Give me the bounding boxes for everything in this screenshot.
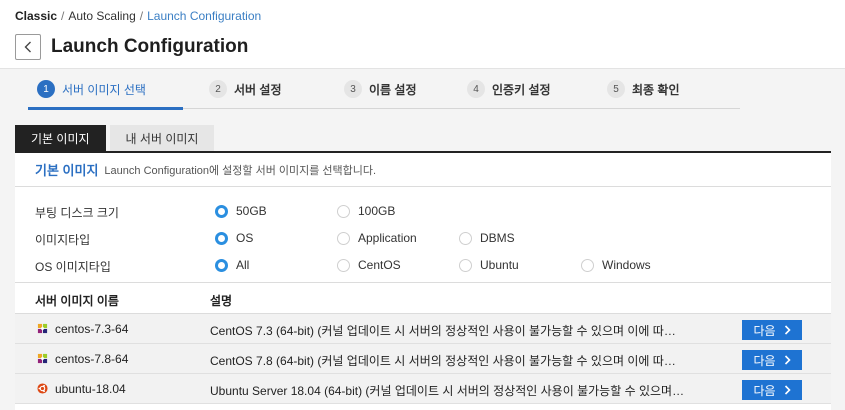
tab-my-server-image[interactable]: 내 서버 이미지 [109, 125, 215, 151]
image-type-row: 이미지타입 OS Application DBMS [15, 224, 831, 251]
step-number: 3 [344, 80, 362, 98]
radio-label: OS [236, 231, 254, 245]
os-type-label: OS 이미지타입 [35, 260, 111, 274]
radio-unchecked-icon [337, 231, 350, 245]
radio-label: Application [358, 231, 417, 245]
image-name: ubuntu-18.04 [55, 382, 126, 396]
step-indicator: 1 서버 이미지 선택 2 서버 설정 3 이름 설정 4 인증키 설정 5 최… [28, 75, 740, 110]
next-button[interactable]: 다음 [742, 350, 802, 370]
step-label: 인증키 설정 [492, 82, 551, 97]
table-row[interactable]: ubuntu-18.04 Ubuntu Server 18.04 (64-bit… [15, 374, 831, 404]
step-label: 서버 이미지 선택 [62, 82, 146, 97]
radio-dbms[interactable]: DBMS [459, 231, 515, 245]
image-name: centos-7.8-64 [55, 352, 129, 366]
image-description: CentOS 7.8 (64-bit) (커널 업데이트 시 서버의 정상적인 … [210, 354, 685, 368]
chevron-right-icon [784, 385, 791, 395]
radio-checked-icon [215, 258, 228, 272]
radio-label: All [236, 258, 250, 272]
radio-checked-icon [215, 231, 228, 245]
breadcrumb-separator: / [139, 9, 144, 23]
step-number: 1 [37, 80, 55, 98]
radio-label: CentOS [358, 258, 401, 272]
radio-checked-icon [215, 204, 228, 218]
panel-title: 기본 이미지 [35, 163, 99, 178]
radio-all[interactable]: All [215, 258, 249, 272]
page-header: Classic / Auto Scaling / Launch Configuratio… [0, 0, 845, 69]
os-type-row: OS 이미지타입 All CentOS Ubuntu Windows [15, 251, 831, 278]
radio-application[interactable]: Application [337, 231, 417, 245]
radio-unchecked-icon [459, 231, 472, 245]
step-5[interactable]: 5 최종 확인 [607, 80, 680, 98]
panel-header: 기본 이미지 Launch Configuration에 설정할 서버 이미지를… [15, 153, 831, 187]
radio-unchecked-icon [337, 204, 350, 218]
chevron-right-icon [784, 325, 791, 335]
breadcrumb-current: Launch Configuration [147, 9, 262, 23]
next-button[interactable]: 다음 [742, 320, 802, 340]
column-header-name: 서버 이미지 이름 [35, 294, 119, 308]
breadcrumb-middle[interactable]: Auto Scaling [68, 9, 135, 23]
page-title: Launch Configuration [51, 36, 249, 57]
panel-description: Launch Configuration에 설정할 서버 이미지를 선택합니다. [104, 164, 377, 177]
image-list-header: 서버 이미지 이름 설명 [15, 282, 831, 314]
radio-50gb[interactable]: 50GB [215, 204, 267, 218]
image-type-label: 이미지타입 [35, 233, 91, 247]
next-button-label: 다음 [753, 353, 776, 368]
centos-logo-icon [37, 323, 48, 334]
step-4[interactable]: 4 인증키 설정 [467, 80, 551, 98]
step-label: 최종 확인 [632, 82, 680, 97]
step-1[interactable]: 1 서버 이미지 선택 [37, 80, 146, 98]
breadcrumb-separator: / [61, 9, 65, 23]
image-panel: 기본 이미지 Launch Configuration에 설정할 서버 이미지를… [15, 151, 831, 410]
radio-unchecked-icon [581, 258, 594, 272]
step-label: 서버 설정 [234, 82, 282, 97]
radio-label: 50GB [236, 204, 267, 218]
image-description: CentOS 7.3 (64-bit) (커널 업데이트 시 서버의 정상적인 … [210, 324, 685, 338]
step-number: 2 [209, 80, 227, 98]
breadcrumb-root[interactable]: Classic [15, 9, 57, 23]
ubuntu-logo-icon [37, 383, 48, 394]
radio-ubuntu[interactable]: Ubuntu [459, 258, 519, 272]
radio-os[interactable]: OS [215, 231, 253, 245]
radio-unchecked-icon [459, 258, 472, 272]
table-row[interactable]: centos-7.3-64 CentOS 7.3 (64-bit) (커널 업데… [15, 314, 831, 344]
radio-100gb[interactable]: 100GB [337, 204, 395, 218]
tab-default-image[interactable]: 기본 이미지 [15, 125, 106, 151]
radio-label: Ubuntu [480, 258, 519, 272]
table-row[interactable]: centos-7.8-64 CentOS 7.8 (64-bit) (커널 업데… [15, 344, 831, 374]
centos-logo-icon [37, 353, 48, 364]
disk-size-label: 부팅 디스크 크기 [35, 206, 119, 220]
back-button[interactable] [15, 34, 41, 60]
active-step-underline [28, 107, 183, 110]
next-button-label: 다음 [753, 383, 776, 398]
radio-windows[interactable]: Windows [581, 258, 651, 272]
step-number: 5 [607, 80, 625, 98]
breadcrumb: Classic / Auto Scaling / Launch Configuratio… [15, 9, 261, 23]
step-3[interactable]: 3 이름 설정 [344, 80, 417, 98]
disk-size-row: 부팅 디스크 크기 50GB 100GB [15, 197, 831, 224]
step-number: 4 [467, 80, 485, 98]
radio-label: 100GB [358, 204, 396, 218]
image-description: Ubuntu Server 18.04 (64-bit) (커널 업데이트 시 … [210, 384, 685, 398]
chevron-left-icon [24, 41, 31, 53]
radio-label: Windows [602, 258, 651, 272]
column-header-description: 설명 [210, 294, 233, 308]
chevron-right-icon [784, 355, 791, 365]
step-label: 이름 설정 [369, 82, 417, 97]
image-name: centos-7.3-64 [55, 322, 129, 336]
step-2[interactable]: 2 서버 설정 [209, 80, 282, 98]
next-button-label: 다음 [753, 323, 776, 338]
next-button[interactable]: 다음 [742, 380, 802, 400]
radio-label: DBMS [480, 231, 515, 245]
radio-centos[interactable]: CentOS [337, 258, 401, 272]
radio-unchecked-icon [337, 258, 350, 272]
image-tabs: 기본 이미지 내 서버 이미지 [15, 125, 218, 151]
